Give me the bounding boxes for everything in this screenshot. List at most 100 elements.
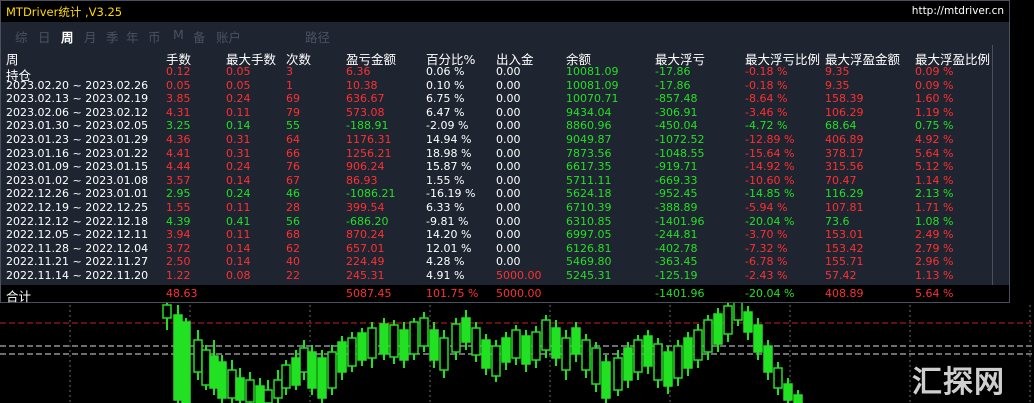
- website-link[interactable]: http://mtdriver.cn: [912, 5, 1004, 17]
- table-cell: 315.56: [825, 160, 864, 174]
- tab-10[interactable]: 账户: [216, 27, 241, 46]
- watermark-logo: 汇探网: [912, 365, 1005, 400]
- row-label-week: 2023.01.30 ~ 2023.02.05: [6, 119, 149, 133]
- candle-body: [307, 351, 317, 389]
- table-cell: 5000.00: [496, 269, 542, 282]
- table-cell: 0.08: [226, 269, 251, 282]
- table-cell: 2.96 %: [915, 255, 954, 269]
- total-cell: 48.63: [166, 287, 198, 300]
- tab-5[interactable]: 季: [106, 27, 119, 46]
- tab-7[interactable]: 币: [148, 27, 161, 46]
- candle-body: [531, 331, 541, 361]
- tab-8[interactable]: M: [173, 27, 184, 42]
- total-cell: 5000.00: [496, 287, 542, 300]
- candle-body: [663, 351, 673, 387]
- table-cell: 8860.96: [566, 119, 612, 133]
- table-cell: -16.19 %: [426, 187, 476, 201]
- table-cell: -363.45: [655, 255, 698, 269]
- table-cell: 3.94: [166, 228, 191, 242]
- table-cell: 0.00: [496, 65, 521, 78]
- table-cell: 3.57: [166, 173, 191, 187]
- table-cell: 9049.87: [566, 133, 612, 146]
- table-cell: 1176.31: [346, 133, 392, 146]
- row-label-week: 2023.01.09 ~ 2023.01.15: [6, 160, 149, 174]
- candle-body: [281, 364, 291, 389]
- table-cell: -0.18 %: [745, 78, 788, 92]
- tab-1[interactable]: 综: [15, 27, 28, 46]
- table-cell: 0.00: [496, 92, 521, 106]
- table-cell: -20.04 %: [745, 214, 795, 228]
- stats-panel: MTDriver统计 ,V3.25 http://mtdriver.cn 综日周…: [0, 0, 1010, 304]
- table-cell: -7.32 %: [745, 241, 788, 255]
- table-cell: 56: [286, 214, 300, 228]
- table-cell: 79: [286, 105, 300, 119]
- tab-3[interactable]: 周: [61, 27, 74, 46]
- table-cell: 9.35: [825, 65, 850, 78]
- table-cell: -9.81 %: [426, 214, 469, 228]
- table-cell: 116.29: [825, 187, 864, 201]
- row-label-week: 2023.02.20 ~ 2023.02.26: [6, 78, 149, 92]
- candle-body: [273, 379, 283, 399]
- scrollbar[interactable]: [992, 45, 1009, 285]
- candle-body: [743, 311, 753, 333]
- table-cell: -2.09 %: [426, 119, 469, 133]
- table-cell: 0.06 %: [426, 65, 465, 78]
- table-cell: 4.44: [166, 160, 191, 174]
- row-label-week: 2022.12.12 ~ 2022.12.18: [6, 214, 149, 228]
- table-cell: 0.24: [226, 187, 251, 201]
- table-cell: -188.91: [346, 119, 389, 133]
- table-cell: 3.85: [166, 92, 191, 106]
- table-cell: 64: [286, 133, 300, 146]
- tab-4[interactable]: 月: [84, 27, 97, 46]
- table-cell: 15.87 %: [426, 160, 472, 174]
- total-cell: 5.64 %: [915, 287, 954, 300]
- candle-body: [367, 327, 377, 359]
- table-cell: 0.00: [496, 133, 521, 146]
- candle-body: [643, 335, 653, 367]
- table-cell: 14.20 %: [426, 228, 472, 242]
- table-cell: 1.13 %: [915, 269, 954, 282]
- table-cell: -6.78 %: [745, 255, 788, 269]
- table-cell: 0.05: [226, 78, 251, 92]
- candle-body: [399, 329, 409, 361]
- candle-body: [521, 335, 531, 365]
- table-cell: -15.64 %: [745, 146, 795, 160]
- table-cell: 76: [286, 160, 300, 174]
- table-cell: 0.00: [496, 255, 521, 269]
- table-cell: -402.78: [655, 241, 698, 255]
- table-cell: 9434.04: [566, 105, 612, 119]
- table-cell: 5.12 %: [915, 160, 954, 174]
- tab-9[interactable]: 备: [193, 27, 206, 46]
- table-cell: 1256.21: [346, 146, 392, 160]
- total-cell: 101.75 %: [426, 287, 479, 300]
- table-cell: 6310.85: [566, 214, 612, 228]
- candle-body: [255, 385, 265, 403]
- tab-11[interactable]: 路径: [305, 27, 330, 46]
- table-cell: 62: [286, 241, 300, 255]
- table-cell: 0.10 %: [426, 78, 465, 92]
- tab-2[interactable]: 日: [38, 27, 51, 46]
- table-cell: 3: [286, 65, 293, 78]
- table-cell: -919.71: [655, 160, 698, 174]
- table-cell: 0.11: [226, 201, 251, 214]
- row-label-week: 2023.01.16 ~ 2023.01.22: [6, 146, 149, 160]
- table-cell: 224.49: [346, 255, 385, 269]
- candle-body: [291, 357, 301, 386]
- candle-body: [379, 323, 389, 355]
- table-cell: 12.01 %: [426, 241, 472, 255]
- table-cell: 0.14: [226, 173, 251, 187]
- table-cell: 68.64: [825, 119, 857, 133]
- table-cell: -17.86: [655, 78, 691, 92]
- table-cell: 10081.09: [566, 65, 619, 78]
- table-cell: 158.39: [825, 92, 864, 106]
- table-cell: 0.05: [166, 78, 191, 92]
- tab-6[interactable]: 年: [126, 27, 139, 46]
- table-cell: 0.12: [166, 65, 191, 78]
- row-label-week: 2023.02.06 ~ 2023.02.12: [6, 105, 149, 119]
- candle-body: [571, 327, 581, 355]
- table-cell: 0.00: [496, 214, 521, 228]
- table-cell: -1086.21: [346, 187, 396, 201]
- candle-body: [357, 332, 367, 361]
- total-label: 合计: [6, 289, 32, 304]
- candle-body: [783, 383, 793, 401]
